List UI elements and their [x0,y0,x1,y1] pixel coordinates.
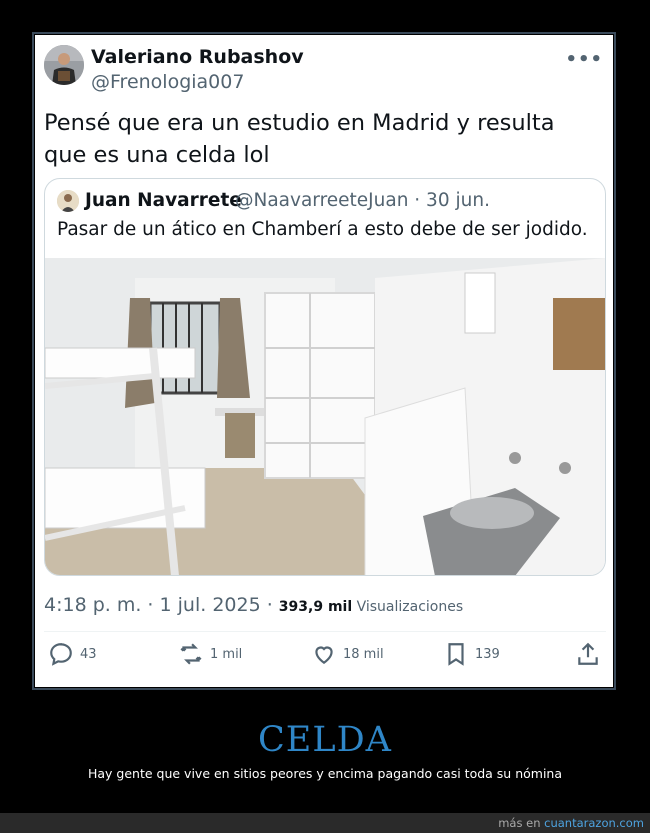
quote-author-meta: @NaavarreeteJuan · 30 jun. [235,190,490,211]
author-handle[interactable]: @Frenologia007 [91,71,244,93]
quote-author-avatar [57,190,79,212]
views-label: Visualizaciones [352,599,464,615]
caption-title: CELDA [258,720,392,760]
author-name[interactable]: Valeriano Rubashov [91,46,304,68]
retweet-count: 1 mil [210,646,243,662]
bookmark-count: 139 [475,646,500,662]
reply-icon [50,643,72,666]
caption-subtitle: Hay gente que vive en sitios peores y en… [87,766,562,781]
like-count: 18 mil [343,646,384,662]
retweet-button[interactable]: 1 mil [178,641,242,667]
footer-site-link[interactable]: cuantarazon.com [544,816,644,830]
reply-button[interactable]: 43 [48,641,97,667]
quote-text: Pasar de un ático en Chamberí a esto deb… [57,219,588,240]
reply-count: 43 [80,646,97,662]
tweet-actions: 43 1 mil 18 mil 139 [35,641,613,677]
footer-text: más en cuantarazon.com [498,816,644,830]
cell-photo[interactable] [45,258,606,576]
tweet-timestamp[interactable]: 4:18 p. m. · 1 jul. 2025 · 393,9 mil Vis… [44,594,463,616]
more-options-icon[interactable]: ••• [565,49,603,70]
like-button[interactable]: 18 mil [311,641,384,667]
divider [44,631,606,632]
tweet-card: Valeriano Rubashov @Frenologia007 ••• Pe… [35,35,613,687]
tweet-text: Pensé que era un estudio en Madrid y res… [44,110,555,168]
share-button[interactable] [575,641,601,667]
quoted-tweet[interactable]: Juan Navarrete @NaavarreeteJuan · 30 jun… [44,178,606,576]
timestamp-text: 4:18 p. m. · 1 jul. 2025 · [44,594,279,616]
quote-author-name: Juan Navarrete [85,190,242,211]
heart-icon [315,646,333,664]
share-icon [578,642,598,665]
retweet-icon [180,643,202,665]
footer-prefix: más en [498,816,545,830]
author-avatar[interactable] [44,45,84,85]
bookmark-icon [448,643,464,666]
views-count: 393,9 mil [278,599,353,615]
bookmark-button[interactable]: 139 [443,641,500,667]
footer-bar: más en cuantarazon.com [0,813,650,833]
